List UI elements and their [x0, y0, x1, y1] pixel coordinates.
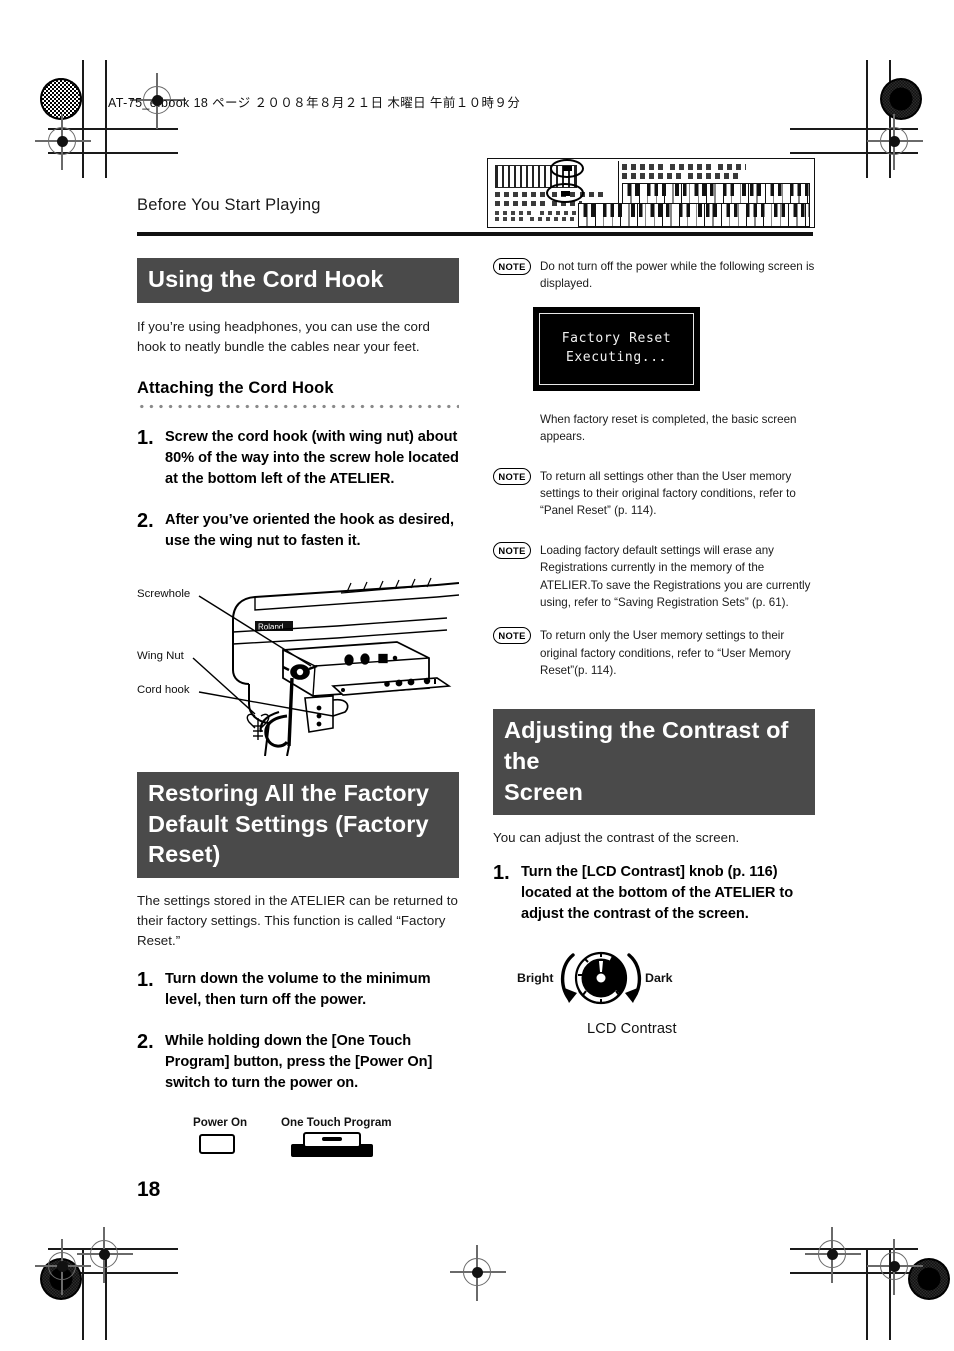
- one-touch-program-button-slot: [322, 1137, 342, 1142]
- post-lcd-paragraph: When factory reset is completed, the bas…: [540, 412, 797, 444]
- subheading-attaching-the-cord-hook: Attaching the Cord Hook: [137, 378, 334, 397]
- print-slug: AT-75_e.book 18 ページ ２００８年８月２１日 木曜日 午前１０時…: [108, 96, 521, 110]
- step-number: 2.: [137, 1031, 154, 1054]
- registration-mark: [867, 114, 923, 170]
- section-heading-using-the-cord-hook: Using the Cord Hook: [137, 258, 459, 303]
- step-number: 2.: [137, 509, 154, 532]
- document-page: AT-75_e.book 18 ページ ２００８年８月２１日 木曜日 午前１０時…: [0, 0, 954, 1351]
- step-item: 1. Turn the [LCD Contrast] knob (p. 116)…: [493, 862, 815, 925]
- step-number: 1.: [137, 426, 154, 449]
- halftone-target: [908, 1258, 950, 1300]
- crop-mark: [866, 1248, 869, 1340]
- note-badge: NOTE: [493, 467, 531, 485]
- step-number: 1.: [137, 969, 154, 992]
- upper-panel-buttons: [622, 173, 682, 179]
- one-touch-program-label: One Touch Program: [281, 1116, 392, 1130]
- power-on-switch-graphic: [199, 1134, 235, 1155]
- lcd-line-2: Executing...: [565, 349, 668, 365]
- step-text: Turn down the volume to the minimum leve…: [165, 971, 431, 1009]
- upper-panel-buttons: [718, 164, 746, 170]
- panel-switch-row: [495, 211, 535, 215]
- crop-mark: [790, 1248, 918, 1251]
- note-text: Loading factory default settings will er…: [540, 543, 811, 609]
- registration-mark: [450, 1245, 506, 1301]
- page-number: 18: [137, 1178, 161, 1201]
- step-item: 1. Turn down the volume to the minimum l…: [137, 969, 459, 1011]
- section-heading-line2: Default Settings (Factory Reset): [148, 810, 429, 868]
- crop-mark: [866, 60, 869, 178]
- crop-mark: [82, 1248, 85, 1340]
- section-heading-restoring-factory-defaults: Restoring All the Factory Default Settin…: [137, 771, 459, 878]
- note-badge: NOTE: [493, 258, 531, 275]
- note-badge: NOTE: [493, 627, 531, 645]
- lcd-line-1: Factory Reset: [561, 331, 672, 347]
- right-column: NOTE Do not turn off the power while the…: [493, 258, 815, 1047]
- step-item: 2. After you’ve oriented the hook as des…: [137, 510, 459, 552]
- registration-mark: [867, 1239, 923, 1295]
- step-item: 1. Screw the cord hook (with wing nut) a…: [137, 427, 459, 490]
- atelier-underside-illustration: Roland Screwhole Wing Nut Cord hook: [137, 566, 459, 756]
- panel-switch-row: [530, 217, 580, 221]
- factory-reset-intro: The settings stored in the ATELIER can b…: [137, 892, 458, 948]
- step-text: Turn the [LCD Contrast] knob (p. 116) lo…: [521, 864, 794, 923]
- panel-switch-row: [495, 217, 525, 221]
- power-and-otp-figure: Power On One Touch Program: [193, 1116, 433, 1164]
- step-text: While holding down the [One Touch Progra…: [165, 1033, 433, 1092]
- atelier-keyboard-thumbnail: [487, 158, 815, 228]
- registration-mark: [805, 1227, 861, 1283]
- note-block: NOTE Loading factory default settings wi…: [493, 541, 815, 612]
- registration-mark: [35, 1239, 91, 1295]
- post-lcd-paragraph-row: When factory reset is completed, the bas…: [493, 411, 815, 446]
- note-block: NOTE To return only the User memory sett…: [493, 627, 815, 679]
- upper-panel-buttons: [670, 164, 712, 170]
- lcd-screen-graphic: Factory Reset Executing...: [533, 306, 700, 391]
- note-badge: NOTE: [493, 541, 531, 559]
- note-text: To return all settings other than the Us…: [540, 469, 796, 518]
- lcd-screen-inner: Factory Reset Executing...: [539, 312, 694, 385]
- power-on-label: Power On: [193, 1116, 248, 1130]
- left-column: Using the Cord Hook If you’re using head…: [137, 258, 459, 1164]
- highlight-circle-one-touch-program: [550, 159, 584, 178]
- registration-mark: [77, 1227, 133, 1283]
- section-heading-line2: Screen: [504, 778, 583, 805]
- panel-switch-row: [540, 211, 580, 215]
- header-rule: [137, 232, 813, 236]
- upper-panel-buttons: [688, 173, 738, 179]
- note-text: Do not turn off the power while the foll…: [540, 260, 815, 291]
- crop-mark: [105, 60, 108, 178]
- lcd-contrast-knob-figure: Bright Dark LCD Contrast: [517, 947, 817, 1047]
- running-head: Before You Start Playing: [137, 196, 321, 214]
- section-heading-line1: Adjusting the Contrast of the: [504, 717, 789, 775]
- panel-button-block: [495, 192, 547, 197]
- step-text: Screw the cord hook (with wing nut) abou…: [165, 428, 459, 487]
- step-text: After you’ve oriented the hook as desire…: [165, 511, 455, 549]
- contrast-intro: You can adjust the contrast of the scree…: [493, 830, 740, 846]
- callout-label-wing-nut: Wing Nut: [137, 649, 184, 662]
- section-heading-line1: Restoring All the Factory: [148, 779, 430, 806]
- highlight-circle-power-on: [546, 183, 584, 203]
- cord-hook-intro: If you’re using headphones, you can use …: [137, 318, 430, 354]
- note-block: NOTE Do not turn off the power while the…: [493, 258, 815, 293]
- callout-label-cord-hook: Cord hook: [137, 683, 190, 696]
- lower-manual-keys: [578, 203, 810, 227]
- section-heading-adjusting-contrast: Adjusting the Contrast of the Screen: [493, 709, 815, 816]
- halftone-target: [880, 78, 922, 120]
- registration-mark: [35, 114, 91, 170]
- callout-label-screwhole: Screwhole: [137, 587, 191, 600]
- step-number: 1.: [493, 862, 510, 885]
- note-block: NOTE To return all settings other than t…: [493, 467, 815, 520]
- knob-caption-lcd-contrast: LCD Contrast: [587, 1021, 677, 1038]
- crop-mark: [889, 60, 892, 178]
- crop-mark: [82, 60, 85, 178]
- panel-button-block: [495, 201, 547, 206]
- dotted-divider: [137, 401, 459, 411]
- step-item: 2. While holding down the [One Touch Pro…: [137, 1031, 459, 1094]
- note-text: To return only the User memory settings …: [540, 629, 791, 678]
- upper-manual-keys: [622, 183, 810, 205]
- upper-panel-buttons: [622, 164, 664, 170]
